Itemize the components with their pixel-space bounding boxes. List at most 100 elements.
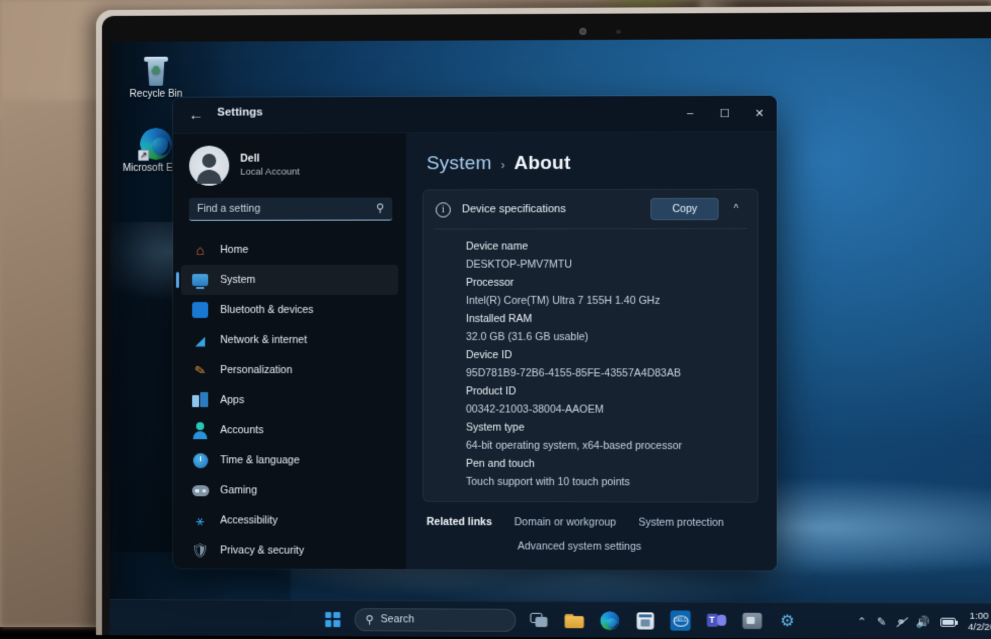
spec-value: Touch support with 10 touch points [466, 473, 757, 492]
minimize-button[interactable]: – [673, 96, 708, 130]
sidebar-item-label: Time & language [220, 454, 299, 466]
settings-gear-icon: ⚙ [780, 611, 795, 631]
sidebar-item-gaming[interactable]: Gaming [181, 475, 398, 506]
device-specifications-card: i Device specifications Copy ^ Device na… [423, 189, 759, 503]
window-body: Dell Local Account Find a setting ⚲ [173, 132, 777, 570]
bluetooth-icon: ᚝ [191, 301, 209, 319]
info-icon: i [436, 202, 451, 217]
edge-button[interactable] [596, 607, 622, 633]
personalization-icon: ✎ [189, 359, 210, 380]
accessibility-icon: ⚹ [191, 511, 209, 529]
app-button[interactable] [738, 608, 765, 634]
taskbar: ⚲ Search DELL [110, 599, 991, 639]
desktop-icon-recycle-bin[interactable]: ♻ Recycle Bin [118, 56, 194, 101]
laptop-bezel: ♻ Recycle Bin ↗ Microsoft Edge ← Setting… [102, 12, 991, 639]
breadcrumb-separator: › [501, 158, 505, 172]
battery-icon[interactable] [940, 617, 955, 626]
spec-value: DESKTOP-PMV7MTU [466, 255, 757, 273]
sidebar-item-bluetooth-devices[interactable]: ᚝ Bluetooth & devices [181, 295, 398, 325]
related-link-system-protection[interactable]: System protection [638, 517, 724, 529]
microsoft-store-icon [636, 612, 653, 629]
account-tile[interactable]: Dell Local Account [173, 133, 406, 196]
recycle-bin-icon: ♻ [143, 56, 169, 86]
sidebar-item-label: Home [220, 244, 248, 256]
accounts-icon [191, 421, 209, 439]
sidebar-item-label: Network & internet [220, 334, 307, 346]
system-icon [191, 271, 209, 289]
related-links-title: Related links [427, 516, 492, 528]
file-explorer-icon [564, 613, 583, 628]
window-title: Settings [217, 106, 263, 118]
spec-key: Pen and touch [466, 455, 757, 474]
sidebar-item-privacy-security[interactable]: 🛡 Privacy & security [181, 535, 398, 566]
sidebar-item-label: Apps [220, 394, 244, 406]
related-link-domain-workgroup[interactable]: Domain or workgroup [514, 516, 616, 528]
edge-icon [600, 611, 619, 630]
related-link-advanced-system-settings[interactable]: Advanced system settings [518, 540, 642, 552]
sidebar: Dell Local Account Find a setting ⚲ [173, 133, 406, 569]
sidebar-item-label: Accounts [220, 424, 263, 436]
settings-button[interactable]: ⚙ [774, 608, 801, 634]
spec-key: Installed RAM [466, 310, 757, 328]
search-placeholder: Find a setting [197, 203, 260, 215]
task-view-icon [530, 613, 547, 627]
network-disconnected-icon[interactable]: ⚭ [896, 615, 905, 628]
sidebar-item-label: Privacy & security [220, 544, 304, 556]
start-button[interactable] [319, 606, 345, 632]
sidebar-nav: ⌂ Home System ᚝ Bluetooth & devices [173, 235, 406, 567]
search-icon: ⚲ [366, 613, 374, 626]
sidebar-item-time-language[interactable]: Time & language [181, 445, 398, 476]
close-button[interactable]: ✕ [742, 96, 777, 130]
sidebar-item-home[interactable]: ⌂ Home [181, 235, 398, 265]
sidebar-item-accounts[interactable]: Accounts [181, 415, 398, 445]
sidebar-item-personalization[interactable]: ✎ Personalization [181, 355, 398, 385]
clock-date: 4/2/2024 [968, 622, 991, 633]
shortcut-arrow-icon: ↗ [138, 150, 149, 161]
sidebar-item-network-internet[interactable]: ◢ Network & internet [181, 325, 398, 355]
breadcrumb-parent[interactable]: System [427, 153, 492, 175]
window-titlebar: ← Settings – ☐ ✕ [173, 96, 777, 134]
taskbar-search[interactable]: ⚲ Search [354, 608, 516, 632]
system-tray: ⌃ ✎ ⚭ 🔊 1:00 PM 4/2/2024 [857, 603, 991, 639]
desktop-icon-label-line1: Microsoft [123, 163, 164, 174]
settings-window: ← Settings – ☐ ✕ Dell [173, 96, 777, 571]
tray-chevron-up-icon[interactable]: ⌃ [857, 615, 866, 628]
maximize-button[interactable]: ☐ [707, 96, 742, 130]
spec-value: 00342-21003-38004-AAOEM [466, 400, 757, 419]
copy-button[interactable]: Copy [651, 198, 719, 220]
taskbar-clock[interactable]: 1:00 PM 4/2/2024 [968, 611, 991, 633]
microsoft-teams-button[interactable]: T [703, 608, 729, 634]
microsoft-store-button[interactable] [632, 607, 658, 633]
breadcrumb: System › About [427, 152, 759, 175]
settings-search-input[interactable]: Find a setting ⚲ [189, 197, 392, 220]
card-title: Device specifications [462, 203, 651, 215]
spec-value: 95D781B9-72B6-4155-85FE-43557A4D83AB [466, 364, 757, 382]
spec-key: Processor [466, 274, 757, 292]
webcam-icon [579, 28, 586, 35]
start-icon [325, 611, 340, 626]
task-view-button[interactable] [525, 607, 551, 633]
file-explorer-button[interactable] [561, 607, 587, 633]
pen-icon[interactable]: ✎ [877, 615, 886, 628]
sidebar-item-label: Bluetooth & devices [220, 304, 313, 316]
sidebar-item-system[interactable]: System [181, 265, 398, 295]
apps-icon [191, 391, 209, 409]
sidebar-item-apps[interactable]: Apps [181, 385, 398, 415]
sidebar-item-accessibility[interactable]: ⚹ Accessibility [181, 505, 398, 536]
edge-icon: ↗ [140, 128, 172, 160]
dell-icon: DELL [670, 610, 690, 630]
home-icon: ⌂ [191, 241, 209, 259]
volume-icon[interactable]: 🔊 [916, 615, 930, 628]
sidebar-item-label: Personalization [220, 364, 292, 376]
account-subtitle: Local Account [240, 166, 299, 179]
back-button[interactable]: ← [183, 104, 209, 128]
dell-button[interactable]: DELL [667, 607, 693, 633]
clock-time: 1:00 PM [968, 611, 991, 622]
spec-key: Device name [466, 237, 757, 255]
network-icon: ◢ [191, 331, 209, 349]
chevron-up-icon[interactable]: ^ [723, 196, 749, 222]
search-icon: ⚲ [376, 201, 384, 214]
spec-value: Intel(R) Core(TM) Ultra 7 155H 1.40 GHz [466, 292, 757, 310]
time-icon [191, 451, 209, 469]
spec-value: 32.0 GB (31.6 GB usable) [466, 328, 757, 346]
